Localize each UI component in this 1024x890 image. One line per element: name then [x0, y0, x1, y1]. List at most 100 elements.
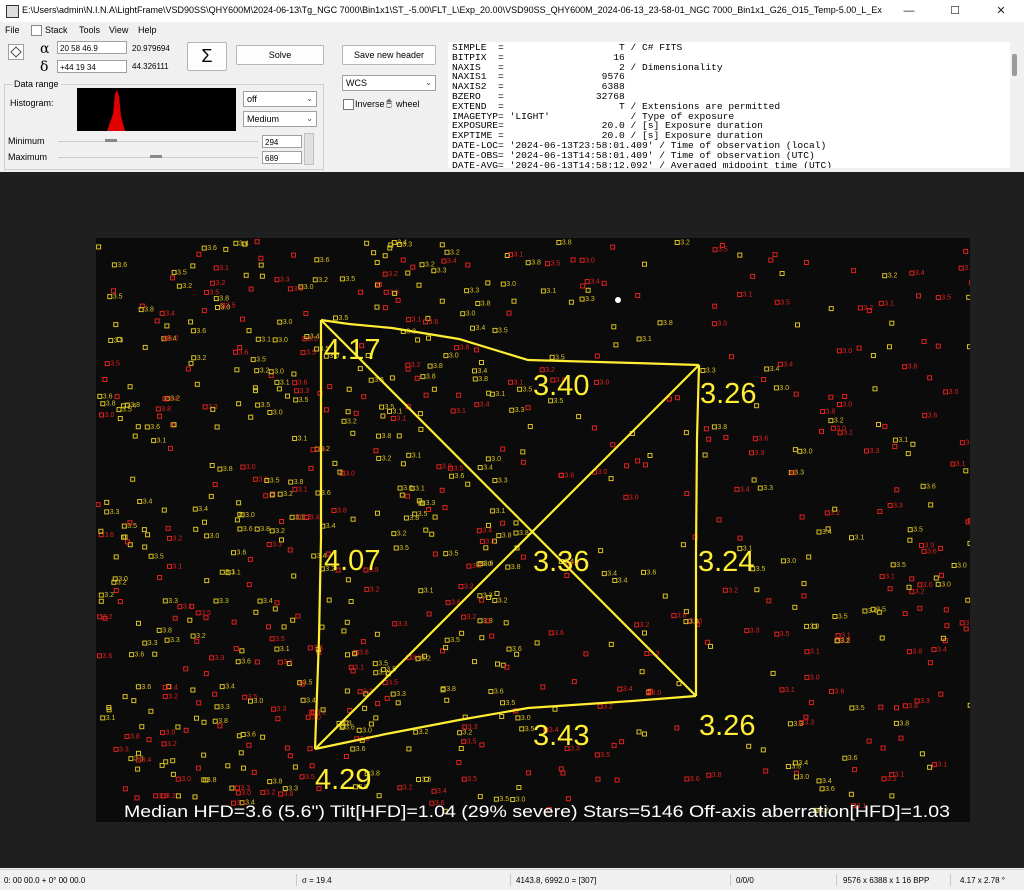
star-hfd-label: 3.0	[598, 469, 608, 476]
star-hfd-label: 3.0	[166, 730, 176, 737]
delta-label: δ	[40, 59, 48, 75]
star-hfd-label: 3.3	[300, 388, 310, 395]
star-hfd-label: 3.5	[600, 752, 610, 759]
star-hfd-label: 3.8	[337, 508, 347, 515]
solve-button[interactable]: Solve	[236, 45, 324, 65]
star-hfd-label: 3.0	[283, 319, 293, 326]
star-hfd-label: 3.8	[273, 779, 283, 786]
star-hfd-label: 3.3	[468, 724, 478, 731]
maximum-slider-thumb[interactable]	[150, 155, 162, 158]
star-hfd-label: 3.2	[167, 741, 177, 748]
star-hfd-label: 3.8	[677, 613, 687, 620]
star-hfd-label: 3.0	[278, 337, 288, 344]
star-hfd-label: 3.5	[913, 527, 923, 534]
minimum-slider-thumb[interactable]	[105, 139, 117, 142]
star-hfd-label: 3.1	[173, 563, 183, 570]
star-hfd-label: 3.1	[495, 391, 505, 398]
star-hfd-label: 3.6	[758, 436, 768, 443]
menu-help[interactable]: Help	[138, 25, 157, 35]
star-hfd-label: 3.8	[791, 764, 801, 771]
star-hfd-label: 3.1	[280, 379, 290, 386]
star-hfd-label: 3.1	[412, 452, 422, 459]
inverse-checkbox[interactable]	[343, 99, 354, 110]
star-hfd-label: 3.5	[339, 315, 349, 322]
star-hfd-label: 3.0	[482, 561, 492, 568]
close-button[interactable]: ✕	[978, 0, 1024, 22]
star-hfd-label: 3.2	[104, 592, 114, 599]
histogram[interactable]	[77, 88, 236, 131]
tilt-label-mid-right: 3.24	[698, 546, 754, 578]
star-hfd-label: 3.0	[105, 412, 115, 419]
star-field-image[interactable]: 3.3 3.4 3.1 3.6 3.5 3.6 3.8 3.4 3.1 3.3 3.2 3.6 3.5 3…	[96, 238, 970, 822]
star-hfd-label: 3.3	[483, 593, 493, 600]
status-sigma: σ = 19.4	[302, 876, 332, 885]
star-hfd-label: 3.6	[321, 490, 331, 497]
star-hfd-label: 3.6	[104, 532, 114, 539]
level-select[interactable]: Medium ⌄	[243, 111, 317, 127]
minimum-input[interactable]: 294	[262, 135, 302, 148]
star-hfd-label: 3.4	[198, 506, 208, 513]
alpha-input[interactable]: 20 58 46.9	[57, 41, 127, 54]
star-hfd-label: 3.6	[243, 526, 253, 533]
save-header-button[interactable]: Save new header	[342, 45, 436, 65]
star-hfd-label: 3.4	[326, 523, 336, 530]
star-hfd-label: 3.1	[261, 336, 271, 343]
sum-button[interactable]: Σ	[187, 42, 227, 71]
minimize-button[interactable]: —	[886, 0, 932, 22]
star-hfd-label: 3.0	[521, 715, 531, 722]
star-hfd-label: 3.8	[912, 649, 922, 656]
maximize-button[interactable]: ☐	[932, 0, 978, 22]
menu-stack[interactable]: Stack	[45, 25, 68, 35]
delta-input[interactable]: +44 19 34	[57, 60, 127, 73]
star-hfd-label: 3.5	[718, 247, 728, 254]
star-hfd-label: 3.3	[396, 691, 406, 698]
star-hfd-label: 3.8	[106, 401, 116, 408]
star-hfd-label: 3.3	[220, 704, 230, 711]
status-bar: 0: 00 00.0 + 0° 00 00.0 σ = 19.4 4143.8,…	[0, 869, 1024, 890]
minimum-slider[interactable]	[58, 141, 258, 142]
star-hfd-label: 3.3	[277, 706, 287, 713]
histogram-label: Histogram:	[10, 98, 54, 108]
star-hfd-label: 3.5	[838, 614, 848, 621]
tilt-label-mid-left: 4.07	[324, 545, 380, 577]
star-hfd-label: 3.4	[618, 578, 628, 585]
star-hfd-label: 3.0	[799, 774, 809, 781]
star-hfd-label: 3.0	[210, 533, 220, 540]
star-hfd-label: 3.1	[415, 485, 425, 492]
star-hfd-label: 3.8	[219, 296, 229, 303]
chevron-down-icon: ⌄	[306, 92, 313, 106]
wcs-select[interactable]: WCS ⌄	[342, 75, 436, 91]
flip-button[interactable]	[8, 44, 24, 60]
stretch-select[interactable]: off ⌄	[243, 91, 317, 107]
star-hfd-label: 3.4	[310, 515, 320, 522]
header-scrollbar-thumb[interactable]	[1012, 54, 1017, 76]
star-hfd-label: 3.0	[925, 543, 935, 550]
range-spinner[interactable]	[304, 133, 314, 165]
star-hfd-label: 3.2	[397, 531, 407, 538]
maximum-input[interactable]: 689	[262, 151, 302, 164]
star-hfd-label: 3.1	[514, 252, 524, 259]
star-hfd-label: 3.6	[848, 755, 858, 762]
star-hfd-label: 3.2	[834, 418, 844, 425]
fits-header-panel[interactable]: SIMPLE = T / C# FITS BITPIX = 16 NAXIS =…	[448, 42, 1018, 168]
star-hfd-label: 3.4	[143, 499, 153, 506]
menu-tools[interactable]: Tools	[79, 25, 100, 35]
star-hfd-label: 3.5	[467, 776, 477, 783]
star-hfd-label: 3.8	[460, 345, 470, 352]
star-hfd-label: 3.0	[941, 581, 951, 588]
menu-bar: File Stack Tools View Help	[0, 22, 1024, 38]
tilt-label-top-mid: 3.40	[533, 370, 589, 402]
star-hfd-label: 3.8	[144, 307, 154, 314]
menu-view[interactable]: View	[109, 25, 128, 35]
star-hfd-label: 3.3	[240, 785, 250, 792]
star-hfd-label: 3.4	[770, 366, 780, 373]
star-hfd-label: 3.1	[885, 574, 895, 581]
star-hfd-label: 3.1	[884, 300, 894, 307]
menu-file[interactable]: File	[5, 25, 20, 35]
star-hfd-label: 3.3	[515, 407, 525, 414]
star-hfd-label: 3.8	[162, 627, 172, 634]
star-hfd-label: 3.5	[154, 553, 164, 560]
star-hfd-label: 3.1	[485, 538, 495, 545]
star-hfd-label: 3.8	[433, 363, 443, 370]
star-hfd-label: 3.3	[215, 655, 225, 662]
